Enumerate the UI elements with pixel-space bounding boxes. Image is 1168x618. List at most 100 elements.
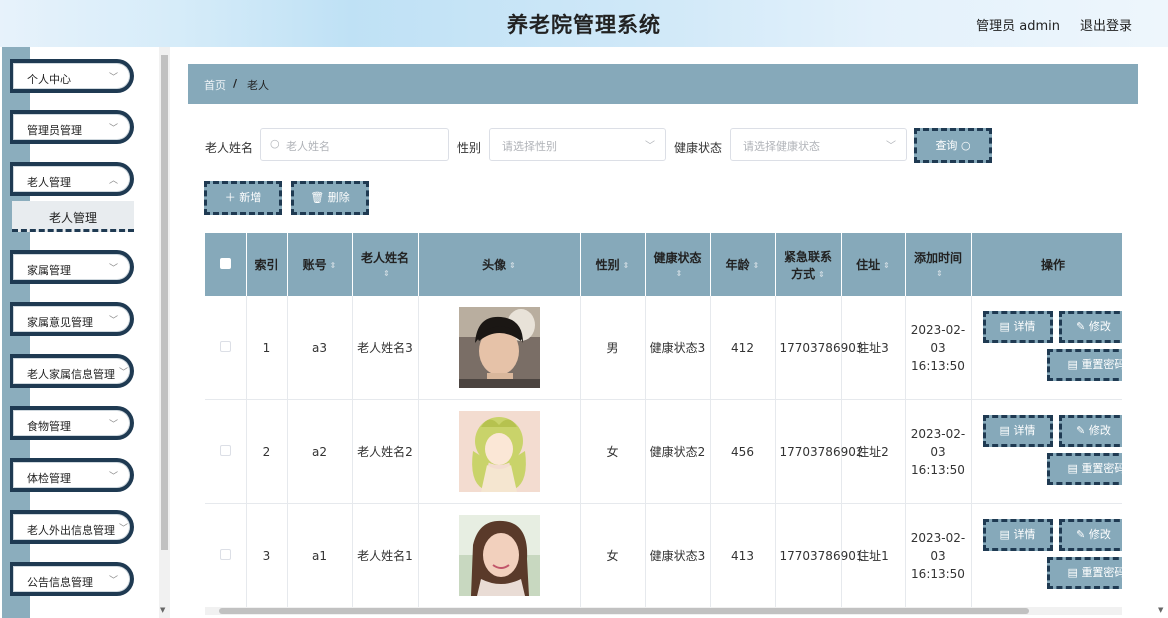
row-select-cell[interactable] <box>205 503 247 607</box>
cell-added: 2023-02-03 16:13:50 <box>905 399 972 504</box>
detail-button-label: 详情 <box>1013 320 1036 333</box>
scroll-down-icon[interactable]: ▼ <box>1158 606 1163 614</box>
scroll-down-icon[interactable]: ▼ <box>160 606 165 614</box>
sidebar-item-announcement[interactable]: 公告信息管理 ﹀ <box>10 562 134 596</box>
delete-button[interactable]: 🗑 删除 <box>291 181 369 215</box>
sidebar-item-label: 食物管理 <box>27 420 71 433</box>
sort-icon[interactable]: ⇕ <box>936 269 943 278</box>
col-name-label: 老人姓名 <box>360 251 409 265</box>
sort-icon[interactable]: ⇕ <box>883 261 890 270</box>
detail-button-label: 详情 <box>1013 528 1036 541</box>
avatar-image <box>458 515 540 596</box>
sort-icon[interactable]: ⇕ <box>383 269 390 278</box>
sidebar-item-label: 老人外出信息管理 <box>27 524 115 537</box>
edit-button-label: 修改 <box>1088 320 1111 333</box>
current-user: 管理员 admin <box>976 19 1060 34</box>
name-input-placeholder: 老人姓名 <box>286 140 330 153</box>
sort-icon[interactable]: ⇕ <box>509 261 516 270</box>
cell-age: 456 <box>710 399 776 504</box>
row-checkbox[interactable] <box>219 444 231 456</box>
cell-ops: ▤ 详情 ✎ 修改 ▤ 重置密码 <box>971 503 1122 607</box>
sidebar-item-elder-management[interactable]: 老人管理 ︿ <box>10 162 134 196</box>
sidebar-item-food-management[interactable]: 食物管理 ﹀ <box>10 406 134 440</box>
edit-button-label: 修改 <box>1088 528 1111 541</box>
col-index-label: 索引 <box>254 258 279 272</box>
cell-avatar <box>418 399 581 504</box>
cell-age: 413 <box>710 503 776 607</box>
detail-button[interactable]: ▤ 详情 <box>982 415 1053 447</box>
health-select[interactable]: 请选择健康状态 ﹀ <box>730 128 907 161</box>
edit-button[interactable]: ✎ 修改 <box>1058 311 1122 343</box>
sidebar-scrollbar[interactable]: ▼ <box>159 47 170 618</box>
col-health[interactable]: 健康状态 ⇕ <box>645 233 711 296</box>
chevron-down-icon: ﹀ <box>108 264 118 274</box>
sort-icon[interactable]: ⇕ <box>753 261 760 270</box>
col-avatar[interactable]: 头像 ⇕ <box>418 233 581 296</box>
sidebar-item-elder-family-info[interactable]: 老人家属信息管理 ﹀ <box>10 354 134 388</box>
chevron-down-icon: ﹀ <box>118 524 128 534</box>
sidebar-item-family-feedback[interactable]: 家属意见管理 ﹀ <box>10 302 134 336</box>
detail-button-label: 详情 <box>1013 424 1036 437</box>
table-horizontal-scrollbar[interactable] <box>205 607 1122 615</box>
sort-icon[interactable]: ⇕ <box>676 269 683 278</box>
col-added[interactable]: 添加时间 ⇕ <box>905 233 972 296</box>
sidebar-subitem-label: 老人管理 <box>48 211 97 225</box>
col-account[interactable]: 账号 ⇕ <box>287 233 353 296</box>
cell-account: a2 <box>287 399 353 504</box>
cell-added: 2023-02-03 16:13:50 <box>905 503 972 607</box>
reset-password-button[interactable]: ▤ 重置密码 <box>1046 557 1122 589</box>
select-all-cell[interactable] <box>205 233 247 296</box>
sort-icon[interactable]: ⇕ <box>330 261 337 270</box>
row-select-cell[interactable] <box>205 296 247 400</box>
detail-button[interactable]: ▤ 详情 <box>982 311 1053 343</box>
name-search-input[interactable]: ○ 老人姓名 <box>260 128 449 161</box>
sort-icon[interactable]: ⇕ <box>623 261 630 270</box>
avatar-image <box>458 411 540 492</box>
pencil-icon: ✎ <box>1076 528 1089 541</box>
row-checkbox[interactable] <box>219 548 231 560</box>
row-select-cell[interactable] <box>205 399 247 504</box>
avatar-image <box>458 307 540 388</box>
breadcrumb-home[interactable]: 首页 <box>204 77 226 93</box>
sidebar-item-personal-center[interactable]: 个人中心 ﹀ <box>10 59 134 93</box>
chevron-down-icon: ﹀ <box>108 420 118 430</box>
edit-button[interactable]: ✎ 修改 <box>1058 519 1122 551</box>
edit-button[interactable]: ✎ 修改 <box>1058 415 1122 447</box>
edit-button-label: 修改 <box>1088 424 1111 437</box>
chevron-down-icon: ﹀ <box>108 73 118 83</box>
col-phone[interactable]: 紧急联系方式 ⇕ <box>775 233 842 296</box>
col-address[interactable]: 住址 ⇕ <box>841 233 906 296</box>
cell-ops: ▤ 详情 ✎ 修改 ▤ 重置密码 <box>971 296 1122 400</box>
reset-password-button[interactable]: ▤ 重置密码 <box>1046 453 1122 485</box>
search-icon: ○ <box>270 137 280 150</box>
col-age[interactable]: 年龄 ⇕ <box>710 233 776 296</box>
scrollbar-thumb[interactable] <box>219 608 1029 614</box>
logout-link[interactable]: 退出登录 <box>1080 15 1132 34</box>
col-ops-label: 操作 <box>1040 258 1065 272</box>
add-button[interactable]: ＋ 新增 <box>204 181 282 215</box>
sidebar-item-admin-management[interactable]: 管理员管理 ﹀ <box>10 110 134 144</box>
select-all-checkbox[interactable] <box>219 257 231 269</box>
sidebar-item-elder-outing-info[interactable]: 老人外出信息管理 ﹀ <box>10 510 134 544</box>
gender-select[interactable]: 请选择性别 ﹀ <box>489 128 666 161</box>
document-icon: ▤ <box>1067 566 1082 579</box>
table-row: 3 a1 老人姓名1 女 健康状态3 413 17703786901 住址1 2… <box>205 503 1122 607</box>
reset-password-button[interactable]: ▤ 重置密码 <box>1046 349 1122 381</box>
sidebar-item-label: 个人中心 <box>27 73 71 86</box>
col-gender[interactable]: 性别 ⇕ <box>580 233 646 296</box>
sort-icon[interactable]: ⇕ <box>818 270 825 279</box>
detail-button[interactable]: ▤ 详情 <box>982 519 1053 551</box>
page-scrollbar[interactable]: ▼ <box>1156 47 1168 618</box>
cell-gender: 男 <box>580 296 646 400</box>
sidebar-subitem-elder-management[interactable]: 老人管理 <box>12 201 134 232</box>
col-name[interactable]: 老人姓名 ⇕ <box>352 233 419 296</box>
scrollbar-thumb[interactable] <box>161 55 168 550</box>
sidebar: 个人中心 ﹀ 管理员管理 ﹀ 老人管理 ︿ 老人管理 家属管理 ﹀ 家属意见管理… <box>0 47 170 618</box>
elder-table: 索引 账号 ⇕ 老人姓名 ⇕ 头像 ⇕ 性别 ⇕ 健康状态 ⇕ 年龄 ⇕ 紧急联系方式 ⇕ 住… <box>205 233 1122 607</box>
sidebar-item-checkup-management[interactable]: 体检管理 ﹀ <box>10 458 134 492</box>
row-checkbox[interactable] <box>219 340 231 352</box>
query-button[interactable]: 查询 ○ <box>914 128 992 163</box>
cell-gender: 女 <box>580 399 646 504</box>
sidebar-item-family-management[interactable]: 家属管理 ﹀ <box>10 250 134 284</box>
col-gender-label: 性别 <box>595 258 620 272</box>
